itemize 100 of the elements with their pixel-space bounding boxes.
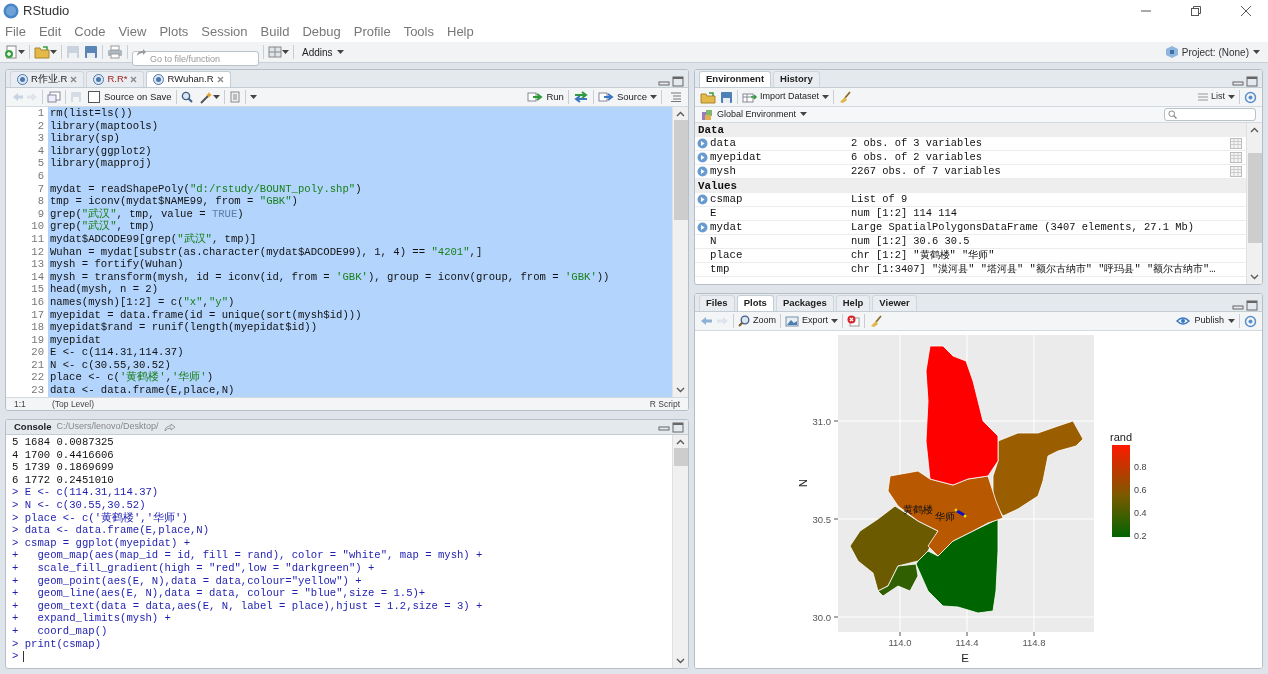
- expand-icon[interactable]: [697, 138, 708, 149]
- scroll-down-icon[interactable]: [1250, 274, 1259, 280]
- remove-plot-icon[interactable]: [847, 315, 861, 327]
- scrollbar[interactable]: [672, 107, 688, 397]
- scope-selector[interactable]: (Top Level): [52, 397, 95, 410]
- menu-item[interactable]: Profile: [353, 22, 391, 42]
- close-icon[interactable]: [216, 76, 224, 83]
- search-icon[interactable]: [180, 91, 193, 103]
- publish-button[interactable]: Publish: [1176, 314, 1235, 328]
- refresh-icon[interactable]: [1244, 90, 1257, 104]
- report-icon[interactable]: [228, 91, 241, 103]
- view-mode-button[interactable]: List: [1198, 90, 1235, 104]
- scroll-thumb[interactable]: [673, 448, 688, 466]
- menu-item[interactable]: Code: [74, 22, 106, 42]
- source-on-save-checkbox[interactable]: Source on Save: [88, 89, 172, 105]
- tab[interactable]: Packages: [775, 295, 834, 311]
- caret-icon[interactable]: [336, 49, 344, 55]
- maximize-icon[interactable]: [1246, 76, 1258, 87]
- scroll-up-icon[interactable]: [676, 439, 685, 445]
- tab[interactable]: R.R*: [86, 71, 145, 87]
- project-button[interactable]: Project: (None): [1165, 44, 1264, 60]
- broom-icon[interactable]: [869, 314, 884, 328]
- expand-icon[interactable]: [697, 222, 708, 233]
- expand-icon[interactable]: [697, 166, 708, 177]
- menu-item[interactable]: Edit: [38, 22, 62, 42]
- save-all-icon[interactable]: [84, 45, 98, 59]
- scroll-thumb[interactable]: [673, 120, 688, 220]
- caret-icon[interactable]: [282, 49, 289, 55]
- table-view-icon[interactable]: [1230, 152, 1242, 163]
- caret-icon[interactable]: [822, 94, 830, 100]
- caret-icon[interactable]: [249, 94, 257, 100]
- addins-button[interactable]: Addins: [302, 44, 344, 60]
- scroll-thumb[interactable]: [1247, 153, 1262, 243]
- caret-icon[interactable]: [18, 49, 25, 55]
- menu-item[interactable]: Plots: [159, 22, 189, 42]
- menu-item[interactable]: File: [5, 22, 26, 42]
- caret-icon[interactable]: [1228, 318, 1235, 324]
- tab[interactable]: Viewer: [872, 295, 917, 311]
- back-icon[interactable]: [700, 316, 713, 326]
- menu-item[interactable]: Tools: [403, 22, 434, 42]
- source-button[interactable]: Source: [597, 89, 657, 105]
- tab[interactable]: History: [773, 71, 820, 87]
- tab[interactable]: Help: [835, 295, 871, 311]
- scroll-down-icon[interactable]: [676, 387, 685, 393]
- caret-icon[interactable]: [650, 94, 657, 100]
- caret-icon[interactable]: [50, 49, 57, 55]
- caret-icon[interactable]: [1228, 94, 1235, 100]
- menu-item[interactable]: View: [118, 22, 147, 42]
- wand-icon[interactable]: [198, 90, 213, 104]
- save-icon[interactable]: [720, 90, 733, 104]
- rerun-icon[interactable]: [572, 91, 589, 103]
- tab[interactable]: Environment: [699, 71, 772, 87]
- maximize-icon[interactable]: [672, 421, 684, 433]
- r-file-icon: [93, 74, 105, 85]
- menu-item[interactable]: Session: [201, 22, 248, 42]
- environment-selector[interactable]: Global Environment: [701, 107, 808, 122]
- scroll-down-icon[interactable]: [676, 658, 685, 664]
- console-title: Console: [14, 420, 52, 434]
- tab[interactable]: R作业.R: [10, 71, 85, 87]
- table-view-icon[interactable]: [1230, 138, 1242, 149]
- file-type-selector[interactable]: R Script: [649, 397, 680, 410]
- tab[interactable]: RWuhan.R: [146, 71, 231, 87]
- expand-icon[interactable]: [697, 194, 708, 205]
- goto-field[interactable]: Go to file/function: [132, 51, 259, 66]
- maximize-icon[interactable]: [1246, 300, 1258, 311]
- menu-item[interactable]: Help: [447, 22, 474, 42]
- caret-icon[interactable]: [831, 318, 839, 324]
- print-icon[interactable]: [107, 45, 123, 59]
- list-icon: [1198, 93, 1208, 101]
- scrollbar[interactable]: [672, 435, 688, 668]
- show-window-icon[interactable]: [47, 91, 61, 103]
- scroll-up-icon[interactable]: [1250, 127, 1259, 133]
- tab[interactable]: Files: [699, 295, 735, 311]
- refresh-icon[interactable]: [1244, 314, 1257, 328]
- tick-mark: [833, 616, 839, 618]
- line-number: 4: [36, 144, 45, 158]
- caret-icon[interactable]: [212, 94, 220, 100]
- table-view-icon[interactable]: [1230, 166, 1242, 177]
- import-dataset-button[interactable]: Import Dataset: [742, 90, 830, 104]
- broom-icon[interactable]: [838, 90, 853, 104]
- export-button[interactable]: Export: [785, 314, 839, 328]
- line-number: 8: [36, 195, 45, 208]
- caret-icon[interactable]: [1253, 49, 1260, 55]
- maximize-icon[interactable]: [672, 76, 684, 87]
- zoom-button[interactable]: Zoom: [738, 314, 776, 328]
- expand-icon[interactable]: [697, 152, 708, 163]
- go-to-directory-icon[interactable]: [163, 422, 176, 432]
- caret-icon[interactable]: [800, 112, 808, 117]
- scrollbar[interactable]: [1246, 123, 1262, 284]
- restore-icon[interactable]: [1190, 5, 1202, 17]
- menu-item[interactable]: Debug: [302, 22, 341, 42]
- axis-tick-label: 30.5: [812, 513, 831, 525]
- search-field[interactable]: [1164, 108, 1256, 121]
- scroll-up-icon[interactable]: [676, 111, 685, 117]
- menu-item[interactable]: Build: [260, 22, 290, 42]
- close-icon[interactable]: [1240, 5, 1252, 17]
- run-button[interactable]: Run: [527, 89, 564, 105]
- folder-icon[interactable]: [700, 90, 716, 104]
- tab[interactable]: Plots: [736, 295, 774, 311]
- outline-icon[interactable]: [670, 92, 682, 102]
